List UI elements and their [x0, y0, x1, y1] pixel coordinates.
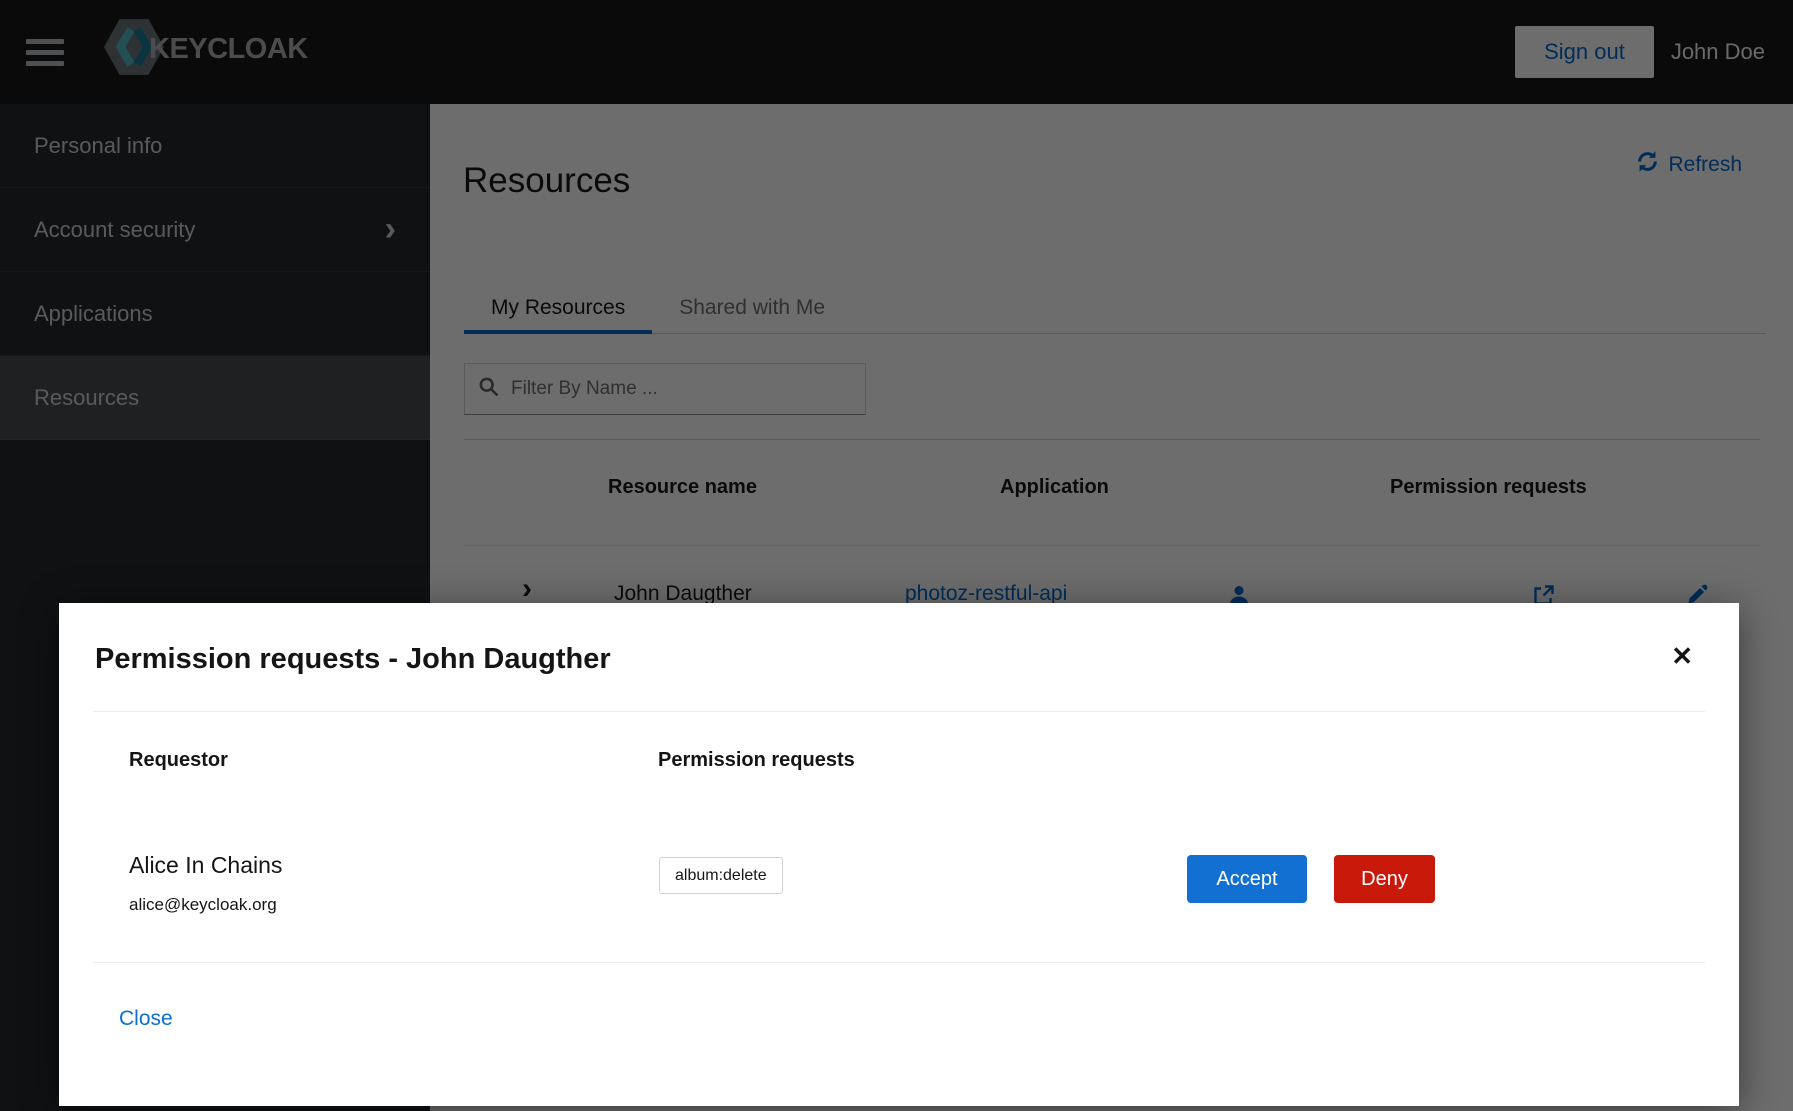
permission-scope-chip: album:delete [659, 857, 783, 894]
modal-column-requestor: Requestor [129, 749, 228, 772]
modal-column-permission-requests: Permission requests [658, 749, 855, 772]
close-link[interactable]: Close [119, 1007, 173, 1031]
keycloak-account-console: KEYCLOAK Sign out John Doe Personal info… [0, 0, 1793, 1111]
deny-button[interactable]: Deny [1334, 855, 1435, 903]
close-icon[interactable]: ✕ [1671, 643, 1693, 669]
modal-footer-divider [93, 962, 1705, 963]
accept-button[interactable]: Accept [1187, 855, 1307, 903]
modal-header-divider [93, 711, 1705, 712]
permission-requests-modal: Permission requests - John Daugther ✕ Re… [59, 603, 1739, 1106]
requestor-name: Alice In Chains [129, 852, 282, 879]
modal-title: Permission requests - John Daugther [95, 643, 611, 676]
requestor-email: alice@keycloak.org [129, 895, 277, 915]
